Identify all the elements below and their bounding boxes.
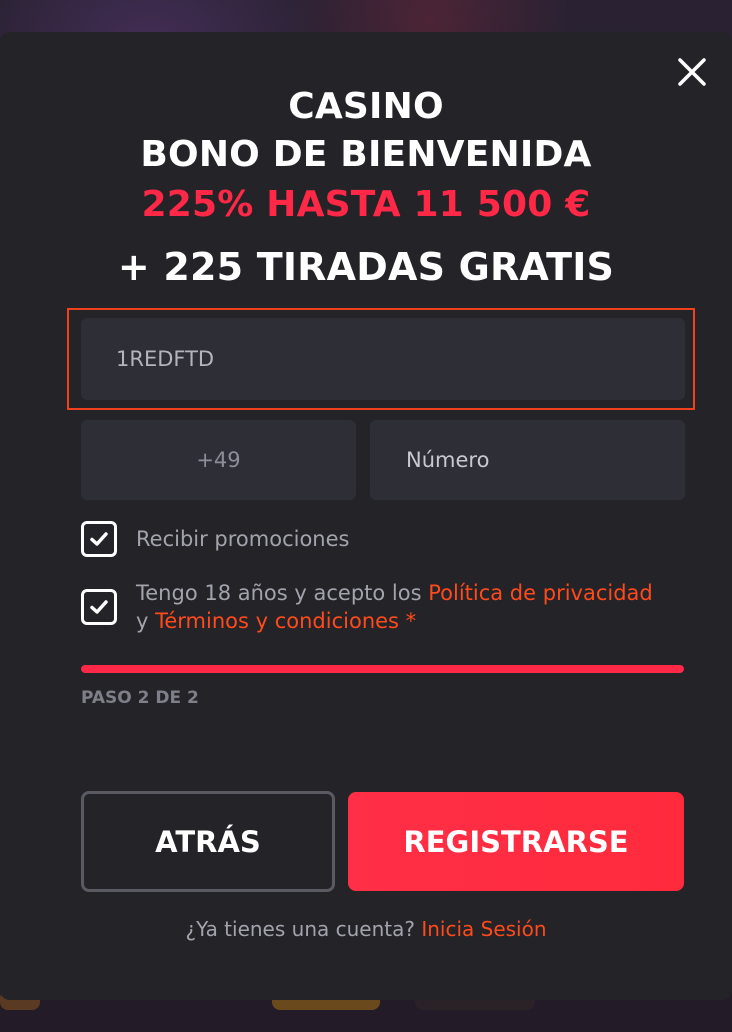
checkmark-icon <box>90 600 108 614</box>
terms-conjunction: y <box>136 609 156 633</box>
phone-number-input[interactable]: Número <box>370 420 685 500</box>
step-indicator: PASO 2 DE 2 <box>81 688 199 708</box>
required-mark: * <box>399 609 417 633</box>
back-button[interactable]: ATRÁS <box>81 791 335 892</box>
step-progress-fill <box>81 665 684 673</box>
headline-free-spins: + 225 TIRADAS GRATIS <box>117 245 615 289</box>
terms-label-prefix: Tengo 18 años y acepto los <box>136 581 429 605</box>
headline-casino: CASINO <box>288 86 444 127</box>
checkmark-icon <box>90 532 108 546</box>
privacy-policy-link[interactable]: Política de privacidad <box>428 581 653 605</box>
promo-code-input[interactable]: 1REDFTD <box>81 318 685 400</box>
login-prompt: ¿Ya tienes una cuenta? Inicia Sesión <box>0 917 732 941</box>
promotions-checkbox-label: Recibir promociones <box>136 527 350 551</box>
step-progress-bar <box>81 665 684 673</box>
phone-number-placeholder: Número <box>406 448 490 472</box>
register-button[interactable]: REGISTRARSE <box>348 792 684 891</box>
terms-checkbox[interactable] <box>81 589 117 625</box>
promotions-checkbox[interactable] <box>81 521 117 557</box>
terms-checkbox-label: Tengo 18 años y acepto los Política de p… <box>136 579 656 635</box>
headline-welcome-bonus: BONO DE BIENVENIDA <box>140 134 592 175</box>
phone-prefix-input[interactable]: +49 <box>81 420 356 500</box>
promo-code-value: 1REDFTD <box>116 347 215 371</box>
headline-bonus-offer: 225% HASTA 11 500 € <box>141 184 591 225</box>
login-link[interactable]: Inicia Sesión <box>421 917 546 941</box>
phone-prefix-value: +49 <box>196 448 241 472</box>
terms-conditions-link[interactable]: Términos y condiciones <box>155 609 399 633</box>
login-question: ¿Ya tienes una cuenta? <box>185 917 422 941</box>
